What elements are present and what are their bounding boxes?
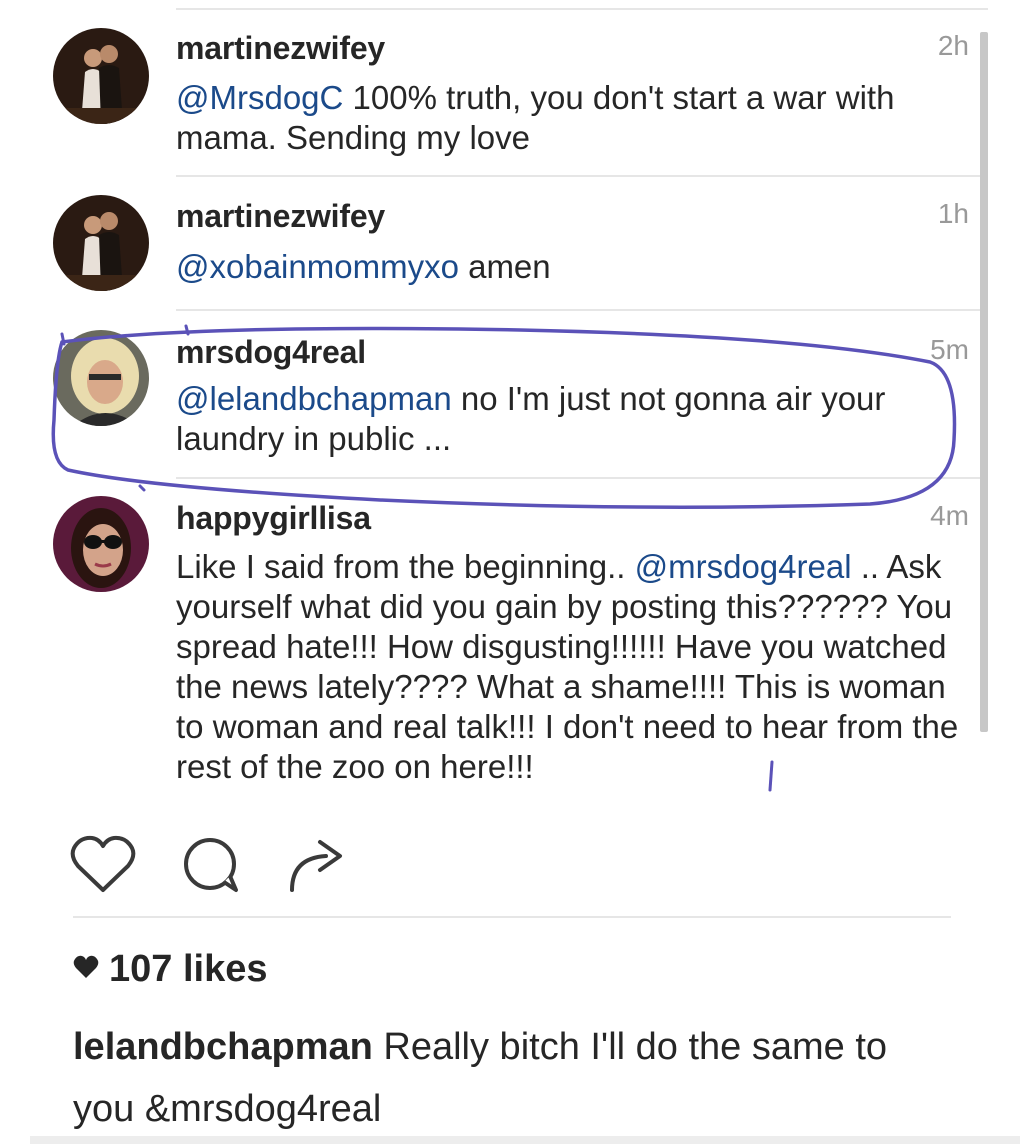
comment-bubble-icon[interactable] <box>180 834 244 901</box>
heart-outline-icon[interactable] <box>70 834 136 899</box>
filled-heart-icon <box>73 946 99 989</box>
post-caption: lelandbchapman Really bitch I'll do the … <box>73 1016 953 1140</box>
action-bar <box>70 834 370 898</box>
hand-drawn-circle-annotation <box>51 324 957 792</box>
comments-list[interactable]: martinezwifey 2h @MrsdogC 100% truth, yo… <box>0 0 1023 808</box>
likes-count[interactable]: 107 likes <box>73 948 267 992</box>
bottom-edge <box>30 1136 1020 1144</box>
share-arrow-icon[interactable] <box>286 834 348 899</box>
likes-text: 107 likes <box>109 948 268 990</box>
caption-username[interactable]: lelandbchapman <box>73 1026 373 1068</box>
actions-divider <box>73 916 951 918</box>
